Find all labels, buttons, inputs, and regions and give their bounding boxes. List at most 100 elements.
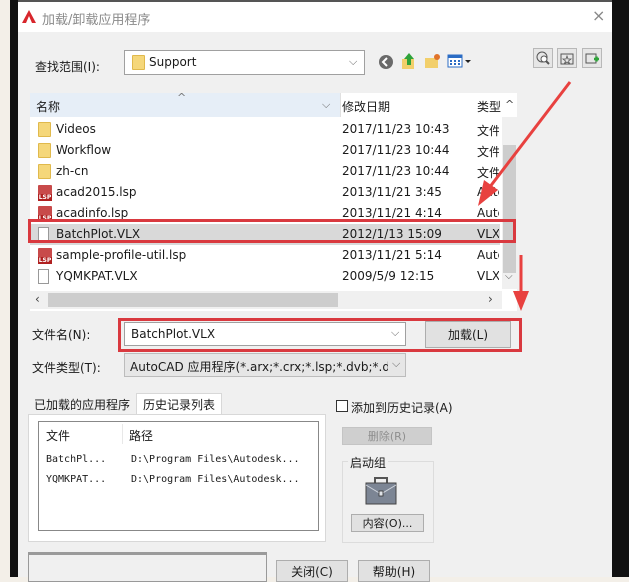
file-name: acadinfo.lsp <box>56 206 129 220</box>
chevron-down-icon: ⌵ <box>392 357 401 370</box>
column-header-date[interactable]: 修改日期 <box>342 93 472 117</box>
file-type: Autc <box>477 206 499 220</box>
column-name-label: 名称 <box>36 100 61 114</box>
history-column-path[interactable]: 路径 <box>129 427 153 444</box>
background-dark-left <box>10 0 18 577</box>
file-row[interactable]: Workflow 2017/11/23 10:44 文件 <box>30 140 500 161</box>
vertical-scroll-thumb[interactable] <box>503 145 516 273</box>
help-button[interactable]: 帮助(H) <box>358 560 430 582</box>
file-date: 2017/11/23 10:44 <box>342 143 450 157</box>
file-row[interactable]: sample-profile-util.lsp 2013/11/21 5:14 Au… <box>30 245 500 266</box>
column-type-label: 类型 <box>477 100 502 114</box>
file-type: Autc <box>477 248 499 262</box>
history-panel: 文件 路径 BatchPl... D:\Program Files\Autodes… <box>28 414 326 542</box>
file-icon <box>38 269 49 284</box>
horizontal-scroll-thumb[interactable] <box>48 293 338 307</box>
file-date: 2017/11/23 10:43 <box>342 122 450 136</box>
tab-history-list-label: 历史记录列表 <box>143 398 216 412</box>
scroll-right-icon[interactable]: › <box>488 292 493 306</box>
horizontal-scrollbar[interactable]: ‹ › <box>30 291 502 309</box>
column-header-name[interactable]: 名称 ^ ⌵ <box>30 91 340 117</box>
file-name: Workflow <box>56 143 112 157</box>
remove-button[interactable]: 删除(R) <box>342 427 432 445</box>
filename-input[interactable]: BatchPlot.VLX ⌵ <box>124 322 406 346</box>
file-name: zh-cn <box>56 164 89 178</box>
close-button[interactable]: 关闭(C) <box>276 560 348 582</box>
folder-icon <box>38 122 51 137</box>
tab-loaded-apps-label: 已加载的应用程序 <box>34 398 131 412</box>
file-type: 文件 <box>477 166 499 180</box>
lsp-file-icon <box>38 248 52 264</box>
file-row[interactable]: YQMKPAT.VLX 2009/5/9 12:15 VLX <box>30 266 500 287</box>
folder-icon <box>38 143 51 158</box>
folder-icon <box>38 164 51 179</box>
chevron-down-icon[interactable]: ⌵ <box>391 326 399 340</box>
file-date: 2013/11/21 4:14 <box>342 206 442 220</box>
history-path: D:\Program Files\Autodesk... <box>131 474 300 485</box>
status-area <box>28 552 267 582</box>
lookin-label: 查找范围(I): <box>35 60 100 74</box>
file-name: sample-profile-util.lsp <box>56 248 187 262</box>
highlight-box-selected-file <box>28 219 516 243</box>
scroll-left-icon[interactable]: ‹ <box>35 292 40 306</box>
up-folder-icon[interactable] <box>400 52 418 70</box>
file-row[interactable]: acad2015.lsp 2013/11/21 3:45 Autc <box>30 182 500 203</box>
filename-label: 文件名(N): <box>32 328 91 342</box>
history-row[interactable]: YQMKPAT... D:\Program Files\Autodesk... <box>39 472 317 490</box>
briefcase-icon[interactable] <box>365 477 397 508</box>
file-row[interactable]: zh-cn 2017/11/23 10:44 文件 <box>30 161 500 182</box>
views-menu-icon[interactable] <box>447 52 473 70</box>
filetype-label: 文件类型(T): <box>32 361 101 375</box>
column-date-label: 修改日期 <box>342 100 391 114</box>
file-name: acad2015.lsp <box>56 185 137 199</box>
search-web-icon[interactable] <box>533 48 553 68</box>
history-row[interactable]: BatchPl... D:\Program Files\Autodesk... <box>39 452 317 470</box>
autocad-logo-icon <box>22 10 36 26</box>
sort-ascending-icon: ^ <box>177 91 187 104</box>
history-list[interactable]: 文件 路径 BatchPl... D:\Program Files\Autodes… <box>38 421 319 531</box>
tab-history-list[interactable]: 历史记录列表 <box>136 393 223 415</box>
file-type: 文件 <box>477 145 499 159</box>
scroll-up-icon[interactable]: ^ <box>505 98 514 111</box>
file-type: Autc <box>477 185 499 199</box>
history-file: BatchPl... <box>46 454 107 465</box>
file-row[interactable]: Videos 2017/11/23 10:43 文件 <box>30 119 500 140</box>
history-column-divider <box>122 424 123 444</box>
file-name: YQMKPAT.VLX <box>56 269 138 283</box>
column-header-type[interactable]: 类型 <box>476 93 502 117</box>
column-filter-chevron-icon[interactable]: ⌵ <box>322 98 330 112</box>
lsp-file-icon <box>38 185 52 201</box>
file-date: 2013/11/21 3:45 <box>342 185 442 199</box>
filetype-value: AutoCAD 应用程序(*.arx;*.crx;*.lsp;*.dvb;*.d… <box>130 360 388 374</box>
new-folder-icon[interactable] <box>424 52 442 70</box>
contents-button[interactable]: 内容(O)... <box>351 514 424 532</box>
history-column-file[interactable]: 文件 <box>46 427 70 444</box>
load-button[interactable]: 加载(L) <box>425 321 511 348</box>
add-history-checkbox[interactable] <box>336 400 348 412</box>
lookin-combo[interactable]: Support ⌵ <box>124 50 365 75</box>
background-dark-right <box>612 0 629 577</box>
file-list[interactable]: 名称 ^ ⌵ 修改日期 类型 ^ Videos 2017/11/23 10:43 文… <box>30 91 517 311</box>
favorites-icon[interactable] <box>557 48 577 68</box>
tab-loaded-apps[interactable]: 已加载的应用程序 <box>30 394 133 414</box>
file-date: 2009/5/9 12:15 <box>342 269 435 283</box>
file-name: Videos <box>56 122 96 136</box>
startup-group-label: 启动组 <box>348 454 389 471</box>
column-divider <box>340 93 341 117</box>
background-left <box>0 0 10 577</box>
add-favorite-icon[interactable] <box>582 48 602 68</box>
folder-icon <box>132 55 145 70</box>
add-history-label[interactable]: 添加到历史记录(A) <box>351 399 453 416</box>
filetype-select[interactable]: AutoCAD 应用程序(*.arx;*.crx;*.lsp;*.dvb;*.d… <box>124 353 406 377</box>
lookin-value: Support <box>149 55 197 69</box>
close-icon[interactable]: × <box>592 6 605 25</box>
filename-value: BatchPlot.VLX <box>131 327 216 341</box>
back-icon[interactable] <box>377 53 395 71</box>
history-path: D:\Program Files\Autodesk... <box>131 454 300 465</box>
window-title: 加载/卸载应用程序 <box>42 13 151 28</box>
scroll-down-icon[interactable]: ⌵ <box>505 271 513 282</box>
file-type: VLX <box>477 269 499 283</box>
vertical-scrollbar[interactable]: ⌵ <box>502 117 517 289</box>
file-type: 文件 <box>477 124 499 138</box>
chevron-down-icon: ⌵ <box>349 55 358 68</box>
